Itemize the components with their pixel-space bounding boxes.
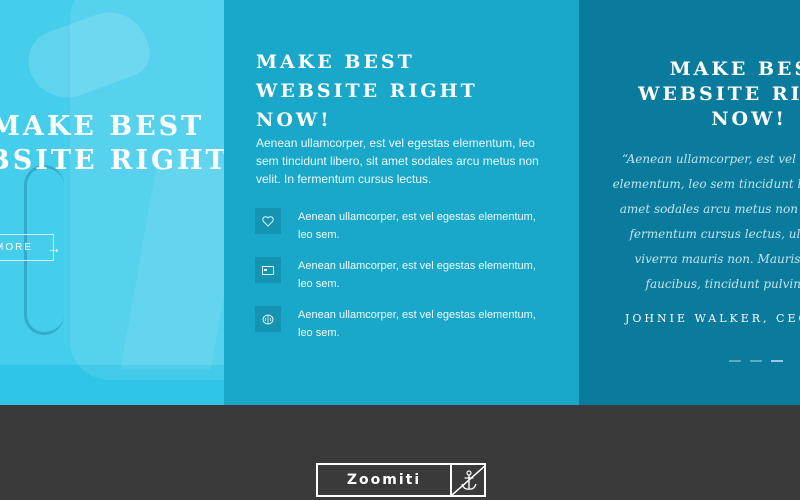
features-description: Aenean ullamcorper, est vel egestas elem… bbox=[256, 136, 539, 186]
footer: Zoomiti bbox=[0, 405, 800, 500]
features-panel: MAKE BEST WEBSITE RIGHT NOW! Aenean ulla… bbox=[224, 0, 579, 405]
slider-dot-active[interactable] bbox=[771, 360, 783, 362]
hero-panel: MAKE BEST WEBSITE RIGHT MORE → bbox=[0, 0, 224, 405]
testimonial-panel: MAKE BEST WEBSITE RIGHT NOW! “Aenean ull… bbox=[579, 0, 800, 405]
arrow-right-icon: → bbox=[47, 239, 63, 256]
feature-item: Aenean ullamcorper, est vel egestas elem… bbox=[255, 257, 555, 293]
hero-title-line-2: WEBSITE RIGHT bbox=[0, 145, 224, 176]
features-title: MAKE BEST WEBSITE RIGHT NOW! bbox=[256, 48, 556, 135]
feature-text: Aenean ullamcorper, est vel egestas elem… bbox=[298, 211, 536, 241]
feature-text: Aenean ullamcorper, est vel egestas elem… bbox=[298, 260, 536, 290]
slider-dot[interactable] bbox=[729, 360, 741, 362]
testimonial-title-line-2: WEBSITE RIGHT bbox=[638, 83, 800, 105]
anchor-icon bbox=[450, 464, 487, 496]
slider-dots bbox=[729, 360, 783, 362]
testimonial-title-line-3: NOW! bbox=[711, 108, 787, 130]
feature-text: Aenean ullamcorper, est vel egestas elem… bbox=[298, 309, 536, 339]
slider-dot[interactable] bbox=[750, 360, 762, 362]
hero-title: MAKE BEST WEBSITE RIGHT bbox=[0, 110, 224, 178]
feature-item: Aenean ullamcorper, est vel egestas elem… bbox=[255, 306, 555, 342]
more-button[interactable]: MORE → bbox=[0, 234, 61, 261]
brain-icon bbox=[255, 306, 281, 332]
features-title-line-3: NOW! bbox=[256, 109, 332, 131]
testimonial-title: MAKE BEST WEBSITE RIGHT NOW! bbox=[619, 57, 800, 132]
card-icon bbox=[255, 257, 281, 283]
logo-text: Zoomiti bbox=[346, 472, 422, 488]
doctor-photo bbox=[0, 0, 224, 380]
footer-logo[interactable]: Zoomiti bbox=[316, 463, 487, 497]
page: MAKE BEST WEBSITE RIGHT MORE → MAKE BEST… bbox=[0, 0, 800, 500]
features-title-line-2: WEBSITE RIGHT bbox=[256, 80, 478, 102]
testimonial-title-line-1: MAKE BEST bbox=[669, 58, 800, 80]
feature-item: Aenean ullamcorper, est vel egestas elem… bbox=[255, 208, 555, 244]
more-button-label: MORE bbox=[0, 242, 33, 253]
testimonial-quote: “Aenean ullamcorper, est vel egestas ele… bbox=[612, 152, 800, 291]
testimonial-author: JOHNIE WALKER, CEO bbox=[625, 312, 800, 325]
heart-icon bbox=[255, 208, 281, 234]
hero-title-line-1: MAKE BEST bbox=[0, 111, 205, 142]
features-title-line-1: MAKE BEST bbox=[256, 51, 415, 73]
